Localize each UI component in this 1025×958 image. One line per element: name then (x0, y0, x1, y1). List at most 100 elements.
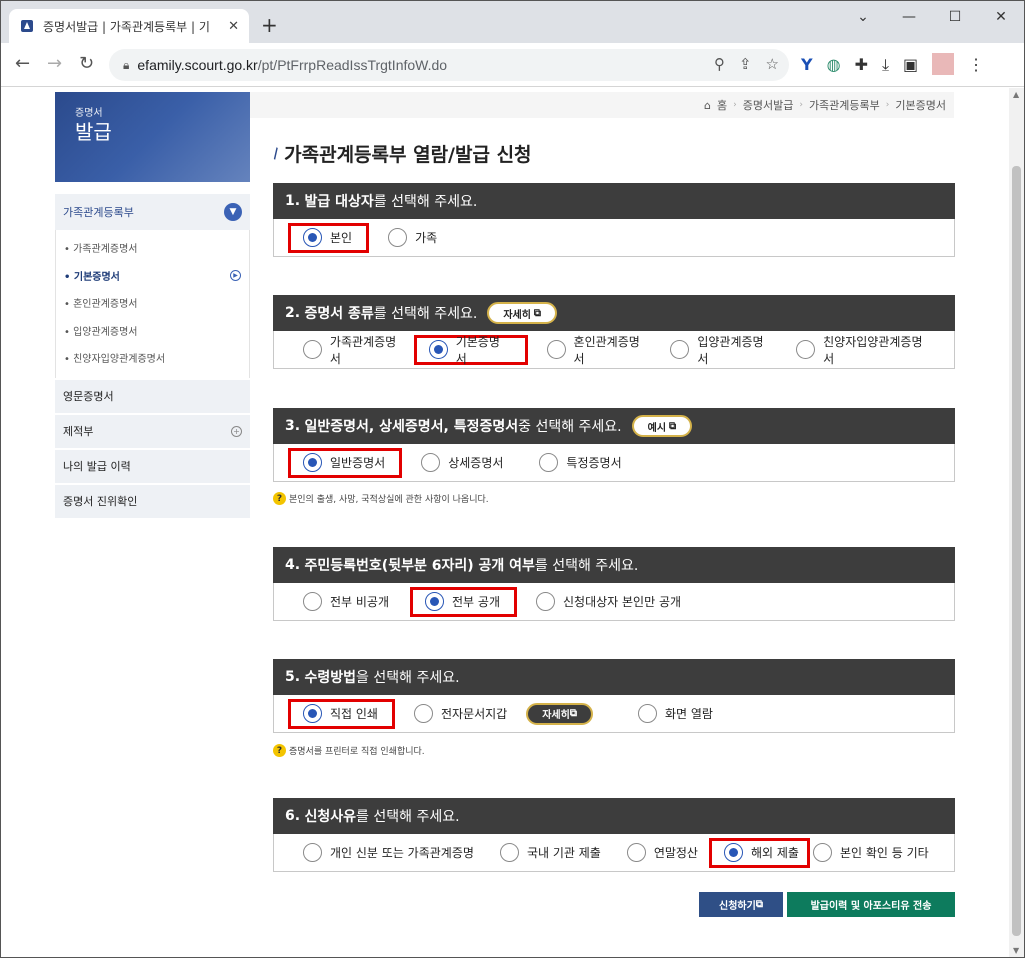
radio-option-overseas[interactable]: 해외 제출 (708, 837, 810, 868)
radio-button[interactable] (413, 704, 433, 723)
scroll-down-icon[interactable]: ▼ (1013, 946, 1019, 955)
radio-button[interactable] (796, 340, 816, 359)
radio-option-view-screen[interactable]: 화면 열람 (623, 699, 730, 729)
section-header: 1. 발급 대상자 를 선택해 주세요. (273, 183, 955, 219)
radio-option-adoption[interactable]: 입양관계증명서 (655, 335, 791, 366)
sidebar-subitem[interactable]: • 친양자입양관계증명서 (56, 344, 249, 372)
reload-icon[interactable]: ↻ (79, 53, 94, 74)
radio-button[interactable] (812, 843, 832, 862)
browser-tab[interactable]: 증명서발급 | 가족관계등록부 | 기 ✕ (9, 9, 249, 43)
maximize-icon[interactable]: ☐ (932, 1, 978, 33)
home-icon[interactable]: ⌂ (704, 99, 711, 112)
sidebar-item-verify[interactable]: 증명서 진위확인 (55, 484, 250, 518)
radio-option-full-adoption[interactable]: 친양자입양관계증명서 (781, 335, 950, 366)
radio-option-marriage[interactable]: 혼인관계증명서 (532, 335, 668, 366)
scroll-up-icon[interactable]: ▲ (1013, 90, 1019, 99)
download-icon[interactable]: ⤓ (882, 55, 889, 75)
radio-option-self-only[interactable]: 신청대상자 본인만 공개 (521, 587, 698, 617)
radio-button[interactable] (303, 704, 322, 723)
radio-button[interactable] (425, 592, 445, 611)
section-header: 5. 수령방법 을 선택해 주세요. (273, 659, 955, 695)
radio-button[interactable] (388, 228, 408, 247)
radio-button[interactable] (303, 843, 322, 862)
radio-option-general[interactable]: 일반증명서 (288, 447, 403, 478)
sidebar-subitem-active[interactable]: • 기본증명서 ▶ (56, 262, 249, 290)
radio-option-detailed[interactable]: 상세증명서 (406, 448, 520, 478)
radio-button[interactable] (303, 453, 322, 472)
question-icon: ? (273, 492, 286, 505)
radio-option-public[interactable]: 전부 공개 (410, 586, 517, 617)
radio-option-other[interactable]: 본인 확인 등 기타 (804, 838, 946, 868)
back-icon[interactable]: ← (15, 53, 30, 74)
breadcrumb-level1[interactable]: 증명서발급 (743, 97, 794, 113)
forward-icon[interactable]: → (47, 53, 62, 74)
breadcrumb-level3: 기본증명서 (895, 99, 946, 112)
radio-button[interactable] (303, 228, 322, 247)
radio-button[interactable] (428, 340, 448, 359)
radio-button[interactable] (626, 843, 646, 862)
radio-option-print[interactable]: 직접 인쇄 (288, 698, 395, 729)
external-link-icon: ⧉ (569, 708, 577, 719)
apply-button[interactable]: 신청하기 ⧉ (699, 892, 783, 917)
radio-option-family-relation[interactable]: 가족관계증명서 (288, 335, 424, 366)
address-bar[interactable]: 🔒︎ efamily.scourt.go.kr/pt/PtFrrpReadIss… (109, 49, 789, 81)
url-text[interactable]: efamily.scourt.go.kr/pt/PtFrrpReadIssTrg… (137, 57, 447, 73)
sidebar-item-history[interactable]: 나의 발급 이력 (55, 449, 250, 483)
external-link-icon: ⧉ (669, 420, 677, 432)
radio-option-self[interactable]: 본인 (288, 222, 370, 253)
lock-icon[interactable]: 🔒︎ (123, 58, 129, 73)
browser-toolbar: ← → ↻ 🔒︎ efamily.scourt.go.kr/pt/PtFrrpR… (1, 43, 1024, 87)
side-navigation: 가족관계등록부 ▼ • 가족관계증명서 • 기본증명서 ▶ • 혼인관계증명서 •… (55, 194, 250, 518)
radio-button[interactable] (670, 340, 690, 359)
radio-option-domestic[interactable]: 국내 기관 제출 (485, 838, 618, 868)
breadcrumb-level2[interactable]: 가족관계등록부 (809, 97, 880, 113)
profile-avatar[interactable] (932, 53, 955, 75)
detail-button[interactable]: 자세히 ⧉ (526, 702, 593, 725)
send-apostille-button[interactable]: 발급이력 및 아포스티유 전송 (787, 892, 955, 917)
radio-button[interactable] (723, 843, 743, 862)
external-link-icon: ⧉ (755, 899, 763, 910)
scrollbar-thumb[interactable] (1012, 166, 1021, 936)
detail-button[interactable]: 자세히 ⧉ (487, 302, 558, 324)
menu-kebab-icon[interactable]: ⋮ (968, 55, 984, 75)
radio-option-basic[interactable]: 기본증명서 (413, 334, 528, 366)
extension-shield-icon[interactable]: ◍ (827, 55, 841, 75)
radio-option-family[interactable]: 가족 (373, 223, 454, 253)
radio-option-identity[interactable]: 개인 신분 또는 가족관계증명 (288, 838, 491, 868)
section-header: 6. 신청사유 를 선택해 주세요. (273, 798, 955, 834)
radio-button[interactable] (539, 453, 559, 472)
tab-search-icon[interactable]: ⌄ (840, 1, 886, 33)
chevron-down-icon[interactable]: ▼ (224, 203, 242, 221)
radio-button[interactable] (637, 704, 657, 723)
new-tab-button[interactable]: + (261, 13, 278, 37)
radio-option-specific[interactable]: 특정증명서 (524, 448, 638, 478)
section-options: 개인 신분 또는 가족관계증명 국내 기관 제출 연말정산 해외 제출 본인 확… (273, 834, 955, 872)
extension-v-icon[interactable]: Y (801, 55, 813, 75)
radio-button[interactable] (421, 453, 441, 472)
close-window-icon[interactable]: ✕ (978, 1, 1024, 33)
tab-close-icon[interactable]: ✕ (228, 19, 239, 34)
share-icon[interactable]: ⇪ (739, 55, 752, 73)
example-button[interactable]: 예시 ⧉ (631, 415, 693, 437)
bookmark-star-icon[interactable]: ☆ (766, 55, 779, 73)
extensions-puzzle-icon[interactable]: ✚ (855, 55, 868, 75)
radio-option-tax[interactable]: 연말정산 (612, 838, 715, 868)
zoom-icon[interactable]: ⚲ (714, 55, 725, 73)
sidebar-item-family-register[interactable]: 가족관계등록부 ▼ (55, 194, 250, 230)
sidebar-item-removed-register[interactable]: 제적부 + (55, 414, 250, 448)
radio-button[interactable] (546, 340, 566, 359)
radio-button[interactable] (303, 592, 322, 611)
breadcrumb-home[interactable]: 홈 (717, 97, 727, 113)
sidebar-subitem[interactable]: • 혼인관계증명서 (56, 289, 249, 317)
sidebar-subitem[interactable]: • 가족관계증명서 (56, 234, 249, 262)
radio-button[interactable] (536, 592, 555, 611)
sidebar-item-english[interactable]: 영문증명서 (55, 379, 250, 413)
radio-button[interactable] (303, 340, 322, 359)
radio-option-private[interactable]: 전부 비공개 (288, 587, 406, 617)
radio-button[interactable] (499, 843, 519, 862)
page-scrollbar[interactable]: ▲ ▼ (1009, 88, 1024, 957)
radio-option-e-wallet[interactable]: 전자문서지갑 (399, 699, 524, 729)
side-panel-icon[interactable]: ▣ (903, 55, 918, 75)
sidebar-subitem[interactable]: • 입양관계증명서 (56, 317, 249, 345)
minimize-icon[interactable]: — (886, 1, 932, 33)
